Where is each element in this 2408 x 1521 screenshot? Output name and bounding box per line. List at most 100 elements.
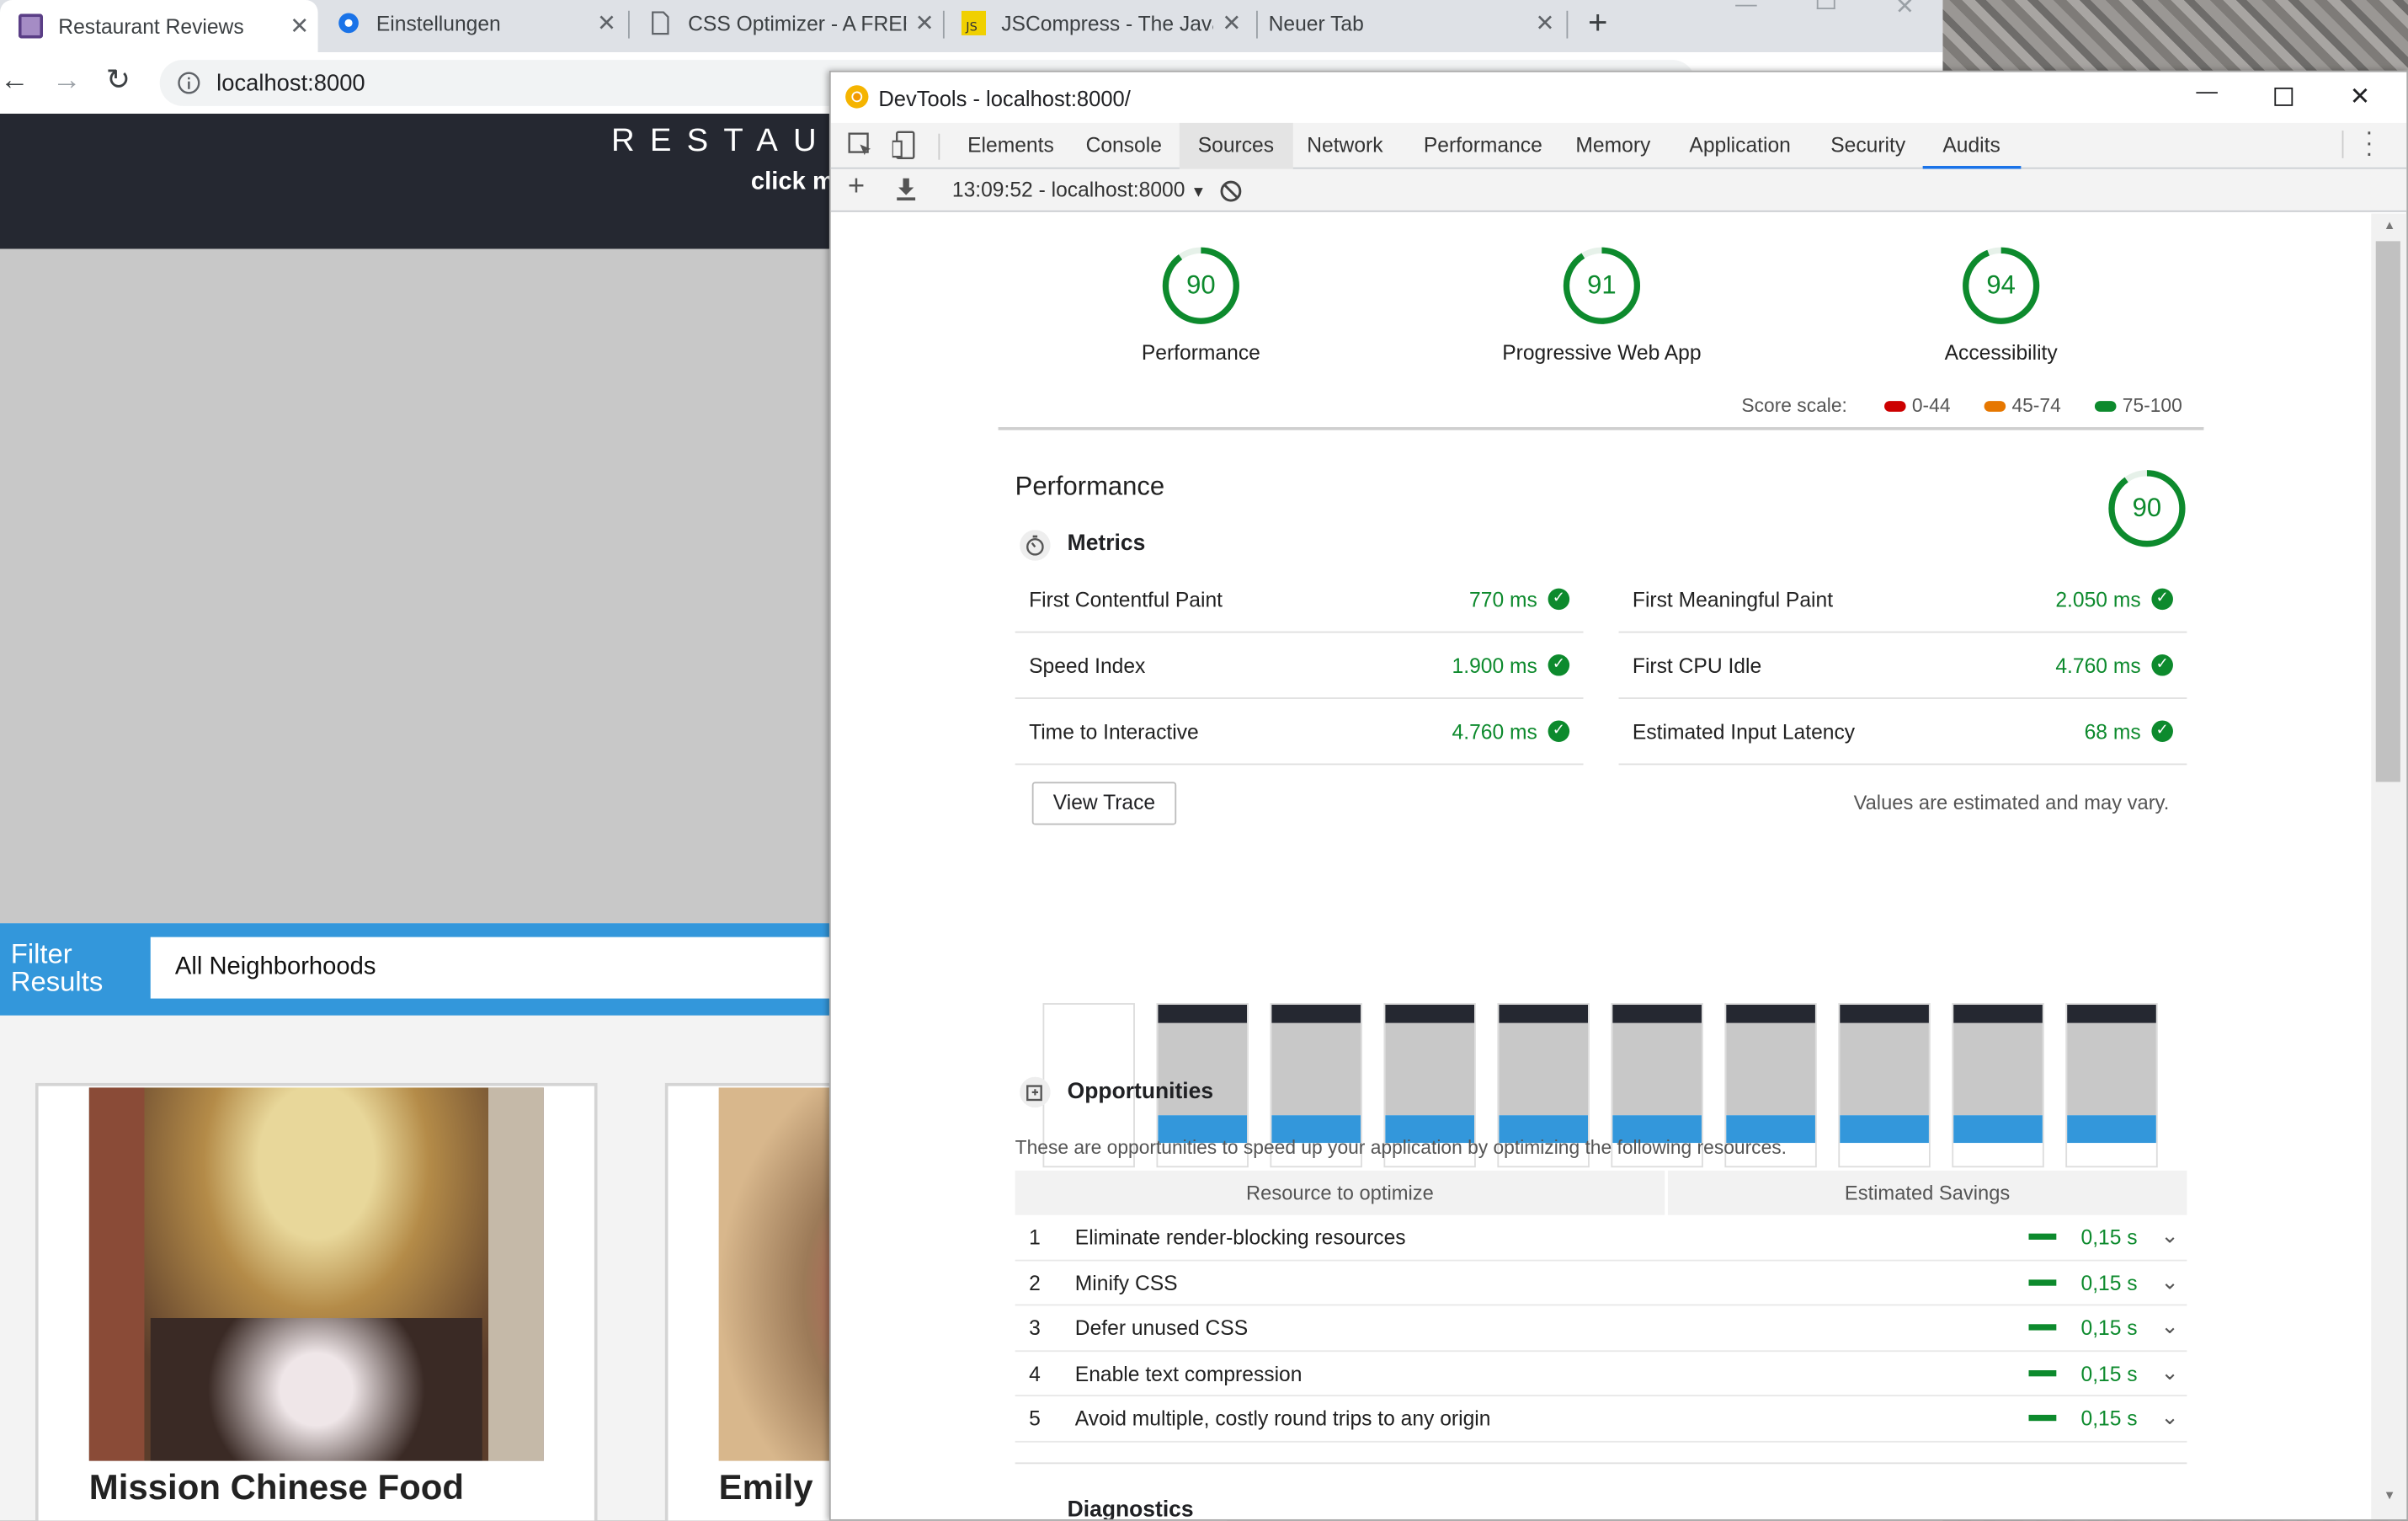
gauge-score: 94 bbox=[1986, 270, 2016, 300]
report-scrollbar[interactable]: ▲ ▼ bbox=[2371, 213, 2407, 1519]
score-range-average: 45-74 bbox=[2011, 394, 2061, 417]
more-options-icon[interactable]: · · · bbox=[2365, 120, 2373, 167]
maximize-window-icon[interactable] bbox=[1816, 0, 1835, 9]
close-tab-icon[interactable]: ✕ bbox=[1213, 9, 1250, 37]
forward-arrow-icon[interactable]: → bbox=[52, 65, 82, 99]
clear-all-icon[interactable] bbox=[1219, 179, 1242, 202]
close-tab-icon[interactable]: ✕ bbox=[1526, 9, 1564, 37]
tab-css-optimizer[interactable]: CSS Optimizer - A FREE ✕ bbox=[630, 0, 943, 46]
divider bbox=[998, 427, 2204, 430]
minimize-window-icon[interactable]: — bbox=[1735, 0, 1757, 15]
opportunity-label: Avoid multiple, costly round trips to an… bbox=[1074, 1406, 1491, 1431]
devtools-title: DevTools - localhost:8000/ bbox=[878, 86, 1131, 111]
new-tab-plus-icon[interactable]: + bbox=[1588, 3, 1607, 43]
chevron-down-icon[interactable]: ⌄ bbox=[2160, 1404, 2178, 1430]
back-arrow-icon[interactable]: ← bbox=[0, 65, 29, 99]
panel-tab-performance[interactable]: Performance bbox=[1424, 123, 1542, 169]
row-number: 5 bbox=[1029, 1406, 1041, 1431]
opportunity-label: Minify CSS bbox=[1074, 1271, 1178, 1294]
close-window-icon[interactable]: ✕ bbox=[2350, 82, 2370, 112]
panel-tab-memory[interactable]: Memory bbox=[1575, 123, 1650, 169]
tab-label: Restaurant Reviews bbox=[58, 14, 244, 38]
performance-score: 90 bbox=[2132, 493, 2162, 523]
opportunity-row[interactable]: 3 Defer unused CSS 0,15 s ⌄ bbox=[1015, 1305, 2187, 1352]
opportunity-label: Eliminate render-blocking resources bbox=[1074, 1225, 1406, 1249]
view-trace-button[interactable]: View Trace bbox=[1031, 782, 1177, 825]
new-audit-plus-icon[interactable]: + bbox=[848, 170, 865, 204]
close-window-icon[interactable]: ✕ bbox=[1895, 0, 1915, 20]
gauge-score: 90 bbox=[1186, 270, 1216, 300]
pass-check-icon: ✓ bbox=[2151, 588, 2173, 611]
opportunities-description: These are opportunities to speed up your… bbox=[1015, 1136, 1787, 1159]
savings-bar bbox=[2028, 1414, 2057, 1422]
panel-tab-sources[interactable]: Sources bbox=[1179, 122, 1292, 169]
opportunities-icon bbox=[1020, 1076, 1051, 1108]
average-swatch bbox=[1984, 401, 2006, 412]
savings-value: 0,15 s bbox=[2080, 1361, 2138, 1385]
restaurant-card[interactable]: Mission Chinese Food bbox=[35, 1082, 598, 1521]
scroll-down-arrow-icon[interactable]: ▼ bbox=[2384, 1488, 2395, 1502]
opportunity-row[interactable]: 5 Avoid multiple, costly round trips to a… bbox=[1015, 1396, 2187, 1442]
metrics-timer-icon bbox=[1020, 530, 1051, 561]
dropdown-arrow-icon: ▼ bbox=[1191, 184, 1207, 201]
reload-icon[interactable]: ↻ bbox=[106, 63, 131, 99]
metric-name: Time to Interactive bbox=[1029, 720, 1199, 744]
panel-tab-console[interactable]: Console bbox=[1086, 123, 1162, 169]
chevron-down-icon[interactable]: ⌄ bbox=[2160, 1358, 2178, 1385]
row-number: 4 bbox=[1029, 1361, 1041, 1385]
savings-bar bbox=[2028, 1369, 2057, 1376]
panel-tab-audits[interactable]: Audits bbox=[1922, 123, 2021, 169]
devtools-window: DevTools - localhost:8000/ — ✕ Elements … bbox=[828, 70, 2408, 1521]
info-icon bbox=[178, 72, 200, 94]
gauge-label[interactable]: Performance bbox=[1047, 341, 1355, 364]
maximize-window-icon[interactable] bbox=[2274, 87, 2293, 106]
tab-neuer-tab[interactable]: Neuer Tab ✕ bbox=[1256, 0, 1564, 46]
row-number: 2 bbox=[1029, 1271, 1041, 1294]
scrollbar-thumb[interactable] bbox=[2375, 241, 2400, 782]
opportunity-row[interactable]: 4 Enable text compression 0,15 s ⌄ bbox=[1015, 1351, 2187, 1397]
chevron-down-icon[interactable]: ⌄ bbox=[2160, 1223, 2178, 1249]
gauge-label[interactable]: Accessibility bbox=[1847, 341, 2155, 364]
column-header-savings: Estimated Savings bbox=[1667, 1170, 2187, 1215]
panel-tab-application[interactable]: Application bbox=[1689, 123, 1790, 169]
metric-value: 4.760 ms bbox=[1452, 720, 1537, 744]
metric-value: 68 ms bbox=[2084, 720, 2141, 744]
panel-tab-elements[interactable]: Elements bbox=[967, 123, 1054, 169]
chevron-down-icon[interactable]: ⌄ bbox=[2160, 1268, 2178, 1294]
device-toolbar-icon[interactable] bbox=[892, 131, 919, 160]
close-tab-icon[interactable]: ✕ bbox=[281, 13, 318, 40]
minimize-window-icon[interactable]: — bbox=[2196, 78, 2218, 103]
report-select[interactable]: 13:09:52 - localhost:8000 ▼ bbox=[952, 179, 1207, 201]
metric-row: First Meaningful Paint 2.050 ms ✓ bbox=[1618, 567, 2187, 633]
opportunity-row[interactable]: 1 Eliminate render-blocking resources 0,15… bbox=[1015, 1215, 2187, 1261]
tab-label: Neuer Tab bbox=[1268, 11, 1364, 35]
inspect-element-icon[interactable] bbox=[848, 132, 874, 158]
tab-einstellungen[interactable]: Einstellungen ✕ bbox=[318, 0, 626, 46]
chevron-down-icon[interactable]: ⌄ bbox=[2160, 1314, 2178, 1340]
panel-tab-network[interactable]: Network bbox=[1307, 123, 1382, 169]
metric-value: 1.900 ms bbox=[1452, 654, 1537, 678]
scroll-up-arrow-icon[interactable]: ▲ bbox=[2384, 218, 2395, 232]
metric-value: 4.760 ms bbox=[2055, 654, 2141, 678]
close-tab-icon[interactable]: ✕ bbox=[589, 9, 626, 37]
savings-bar bbox=[2028, 1278, 2057, 1285]
neighborhood-select[interactable]: All Neighborhoods bbox=[150, 937, 888, 999]
download-report-icon[interactable] bbox=[895, 178, 917, 201]
diagnostics-heading: Diagnostics bbox=[1067, 1497, 1194, 1521]
gauge-score: 91 bbox=[1587, 270, 1617, 300]
tab-jscompress[interactable]: JS JSCompress - The JavaS ✕ bbox=[943, 0, 1250, 46]
metric-name: First CPU Idle bbox=[1632, 654, 1762, 678]
gauge-label[interactable]: Progressive Web App bbox=[1448, 341, 1755, 364]
close-tab-icon[interactable]: ✕ bbox=[906, 9, 943, 37]
url-text: localhost:8000 bbox=[216, 69, 365, 96]
pass-check-icon: ✓ bbox=[2151, 654, 2173, 676]
filter-results-label: Filter Results bbox=[10, 938, 104, 997]
site-title[interactable]: RESTAU bbox=[611, 123, 832, 160]
tab-restaurant-reviews[interactable]: Restaurant Reviews ✕ bbox=[0, 0, 318, 53]
opportunity-row[interactable]: 2 Minify CSS 0,15 s ⌄ bbox=[1015, 1261, 2187, 1306]
score-range-pass: 75-100 bbox=[2122, 394, 2182, 417]
savings-bar bbox=[2028, 1233, 2057, 1240]
tab-label: JSCompress - The JavaS bbox=[1001, 11, 1213, 35]
neighborhood-select-value: All Neighborhoods bbox=[174, 953, 376, 980]
panel-tab-security[interactable]: Security bbox=[1830, 123, 1905, 169]
